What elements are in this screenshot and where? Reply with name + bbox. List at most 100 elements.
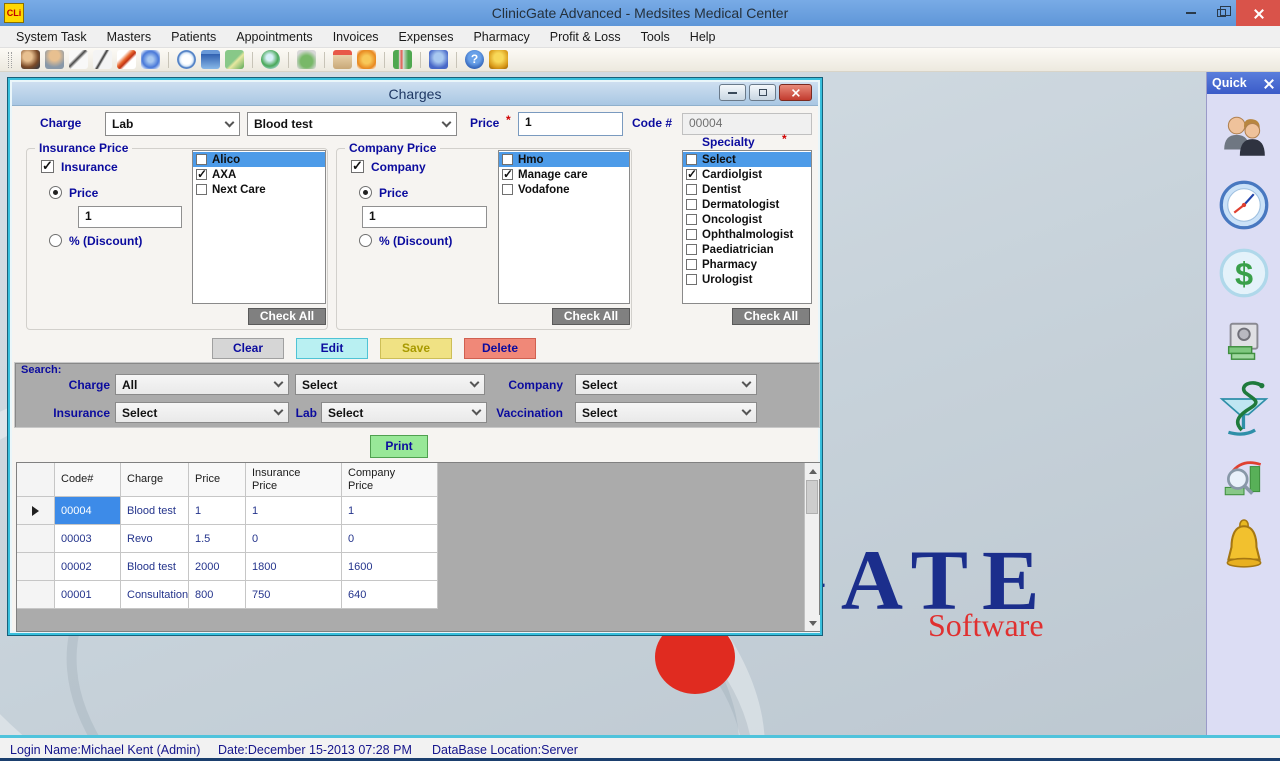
checkbox-icon[interactable] bbox=[502, 184, 513, 195]
checkbox-icon[interactable] bbox=[686, 199, 697, 210]
clock-icon[interactable] bbox=[177, 50, 196, 69]
insurance-check-all-button[interactable]: Check All bbox=[248, 308, 326, 325]
appointments-clock-icon[interactable] bbox=[1217, 178, 1271, 232]
list-item-paediatrician[interactable]: Paediatrician bbox=[683, 242, 811, 257]
scrollbar-thumb[interactable] bbox=[806, 480, 818, 514]
list-item-cardiolgist[interactable]: Cardiolgist bbox=[683, 167, 811, 182]
chart-icon[interactable] bbox=[393, 50, 412, 69]
table-header-price[interactable]: Price bbox=[189, 463, 246, 497]
list-item-vodafone[interactable]: Vodafone bbox=[499, 182, 629, 197]
table-cell-price[interactable]: 2000 bbox=[189, 553, 246, 581]
checkbox-icon[interactable] bbox=[686, 154, 697, 165]
company-discount-radio[interactable] bbox=[359, 234, 372, 247]
checkbox-icon[interactable] bbox=[502, 154, 513, 165]
table-cell-charge[interactable]: Blood test bbox=[121, 497, 189, 525]
table-header-charge[interactable]: Charge bbox=[121, 463, 189, 497]
list-item-manage-care[interactable]: Manage care bbox=[499, 167, 629, 182]
calendar-icon[interactable] bbox=[201, 50, 220, 69]
row-selector-cell[interactable] bbox=[17, 497, 55, 525]
table-header-company-price[interactable]: Company Price bbox=[342, 463, 438, 497]
company-check-all-button[interactable]: Check All bbox=[552, 308, 630, 325]
company-checkbox[interactable] bbox=[351, 160, 364, 173]
table-cell-company[interactable]: 1600 bbox=[342, 553, 438, 581]
checkbox-icon[interactable] bbox=[196, 169, 207, 180]
lab-stick-icon[interactable] bbox=[93, 50, 112, 69]
edit-button[interactable]: Edit bbox=[296, 338, 368, 359]
print-button[interactable]: Print bbox=[370, 435, 428, 458]
menu-item-masters[interactable]: Masters bbox=[97, 26, 161, 48]
table-header-insurance-price[interactable]: Insurance Price bbox=[246, 463, 342, 497]
table-cell-company[interactable]: 1 bbox=[342, 497, 438, 525]
cash-safe-icon[interactable] bbox=[1217, 314, 1271, 368]
list-item-urologist[interactable]: Urologist bbox=[683, 272, 811, 287]
scroll-down-arrow[interactable] bbox=[805, 615, 820, 631]
table-cell-code[interactable]: 00001 bbox=[55, 581, 121, 609]
table-cell-price[interactable]: 1 bbox=[189, 497, 246, 525]
list-item-oncologist[interactable]: Oncologist bbox=[683, 212, 811, 227]
checkbox-icon[interactable] bbox=[686, 214, 697, 225]
save-button[interactable]: Save bbox=[380, 338, 452, 359]
menu-item-pharmacy[interactable]: Pharmacy bbox=[463, 26, 539, 48]
dialog-close-button[interactable] bbox=[779, 84, 812, 101]
table-row[interactable]: 00003 Revo 1.5 0 0 bbox=[17, 525, 819, 553]
menu-item-patients[interactable]: Patients bbox=[161, 26, 226, 48]
search-company-select[interactable]: Select bbox=[575, 374, 757, 395]
dollar-icon[interactable]: $ bbox=[1217, 246, 1271, 300]
patients-icon[interactable] bbox=[21, 50, 40, 69]
search-charge-name-select[interactable]: Select bbox=[295, 374, 485, 395]
search-lab-select[interactable]: Select bbox=[321, 402, 487, 423]
scroll-up-arrow[interactable] bbox=[805, 463, 820, 479]
list-item-dentist[interactable]: Dentist bbox=[683, 182, 811, 197]
menu-item-profit-loss[interactable]: Profit & Loss bbox=[540, 26, 631, 48]
clear-button[interactable]: Clear bbox=[212, 338, 284, 359]
price-input[interactable]: 1 bbox=[518, 112, 623, 136]
checkbox-icon[interactable] bbox=[502, 169, 513, 180]
table-cell-charge[interactable]: Consultation bbox=[121, 581, 189, 609]
table-cell-code[interactable]: 00003 bbox=[55, 525, 121, 553]
list-item-axa[interactable]: AXA bbox=[193, 167, 325, 182]
restore-button[interactable] bbox=[1206, 0, 1236, 26]
checkbox-icon[interactable] bbox=[686, 274, 697, 285]
table-cell-code[interactable]: 00004 bbox=[55, 497, 121, 525]
delete-button[interactable]: Delete bbox=[464, 338, 536, 359]
specialty-check-all-button[interactable]: Check All bbox=[732, 308, 810, 325]
checkbox-icon[interactable] bbox=[196, 154, 207, 165]
menu-item-expenses[interactable]: Expenses bbox=[389, 26, 464, 48]
table-header-code[interactable]: Code# bbox=[55, 463, 121, 497]
minimize-button[interactable] bbox=[1176, 0, 1206, 26]
close-button[interactable] bbox=[1236, 0, 1280, 26]
menu-item-system-task[interactable]: System Task bbox=[6, 26, 97, 48]
checkbox-icon[interactable] bbox=[686, 169, 697, 180]
insurance-price-radio[interactable] bbox=[49, 186, 62, 199]
pharmacy-icon[interactable] bbox=[1217, 382, 1271, 436]
list-item-hmo[interactable]: Hmo bbox=[499, 152, 629, 167]
checkbox-icon[interactable] bbox=[686, 229, 697, 240]
insurance-discount-radio[interactable] bbox=[49, 234, 62, 247]
search-vaccination-select[interactable]: Select bbox=[575, 402, 757, 423]
table-cell-insurance[interactable]: 750 bbox=[246, 581, 342, 609]
staff-icon[interactable] bbox=[45, 50, 64, 69]
marker-icon[interactable] bbox=[117, 50, 136, 69]
menu-item-appointments[interactable]: Appointments bbox=[226, 26, 322, 48]
quick-panel-close-button[interactable] bbox=[1260, 75, 1276, 91]
company-price-input[interactable]: 1 bbox=[362, 206, 487, 228]
list-item-alico[interactable]: Alico bbox=[193, 152, 325, 167]
table-row[interactable]: 00002 Blood test 2000 1800 1600 bbox=[17, 553, 819, 581]
table-cell-insurance[interactable]: 0 bbox=[246, 525, 342, 553]
table-row[interactable]: 00004 Blood test 1 1 1 bbox=[17, 497, 819, 525]
table-cell-price[interactable]: 1.5 bbox=[189, 525, 246, 553]
menu-item-invoices[interactable]: Invoices bbox=[323, 26, 389, 48]
list-item-ophthalmologist[interactable]: Ophthalmologist bbox=[683, 227, 811, 242]
table-row[interactable]: 00001 Consultation 800 750 640 bbox=[17, 581, 819, 609]
inventory-icon[interactable] bbox=[333, 50, 352, 69]
charge-type-select[interactable]: Lab bbox=[105, 112, 240, 136]
schedule-icon[interactable] bbox=[429, 50, 448, 69]
menu-item-help[interactable]: Help bbox=[680, 26, 726, 48]
signature-icon[interactable] bbox=[69, 50, 88, 69]
search-charge-select[interactable]: All bbox=[115, 374, 289, 395]
table-cell-company[interactable]: 640 bbox=[342, 581, 438, 609]
list-item-dermatologist[interactable]: Dermatologist bbox=[683, 197, 811, 212]
help-icon[interactable] bbox=[465, 50, 484, 69]
insurance-checkbox[interactable] bbox=[41, 160, 54, 173]
table-cell-insurance[interactable]: 1 bbox=[246, 497, 342, 525]
